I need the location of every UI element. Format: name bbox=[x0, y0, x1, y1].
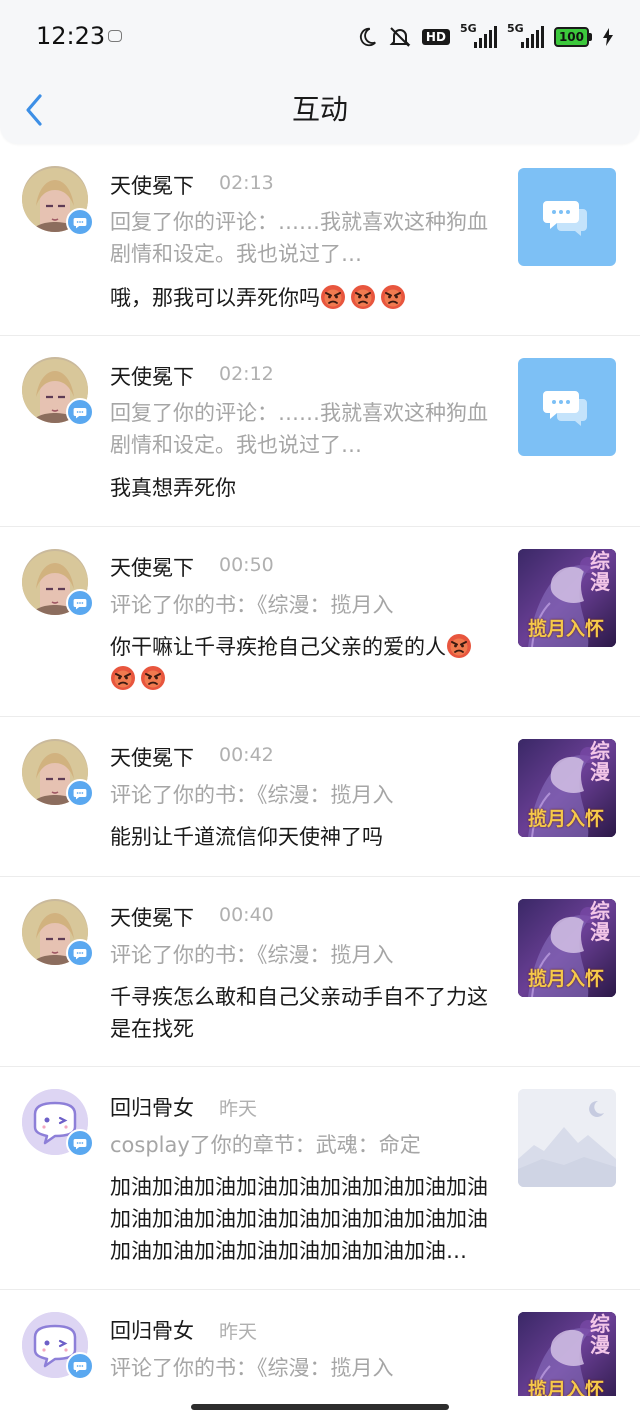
battery-level: 100 bbox=[553, 27, 589, 47]
angry-emoji-icon bbox=[320, 284, 346, 310]
timestamp: 00:42 bbox=[219, 744, 274, 766]
comment-badge-icon bbox=[66, 779, 94, 807]
comment-thumbnail[interactable] bbox=[518, 168, 616, 266]
comment-badge-icon bbox=[66, 1129, 94, 1157]
comment-text: 能别让千道流信仰天使神了吗 bbox=[110, 825, 383, 849]
mountain-placeholder-icon bbox=[518, 1089, 616, 1187]
bell-muted-icon bbox=[389, 27, 411, 47]
comment-text: 你干嘛让千寻疾抢自己父亲的爱的人 bbox=[110, 631, 488, 695]
action-text: 评论了你的书：《综漫：揽月入 bbox=[110, 783, 394, 807]
action-text: cosplay了你的章节：武魂：命定 bbox=[110, 1133, 421, 1157]
comment-body: 哦，那我可以弄死你吗 bbox=[110, 286, 320, 310]
comment-text: 哦，那我可以弄死你吗 bbox=[110, 282, 488, 314]
book-title: 揽月入怀 bbox=[528, 968, 605, 990]
action-text: 评论了你的书：《综漫：揽月入 bbox=[110, 943, 394, 967]
signal-icon: 5G bbox=[460, 22, 497, 48]
page-title: 互动 bbox=[291, 93, 348, 126]
action-text: 回复了你的评论：……我就喜欢这种狗血剧情和设定。我也说过了… bbox=[110, 401, 488, 457]
timestamp: 02:12 bbox=[219, 363, 274, 385]
action-text: 评论了你的书：《综漫：揽月入 bbox=[110, 1356, 394, 1380]
list-item[interactable]: 天使冕下 00:50 评论了你的书：《综漫：揽月入 你干嘛让千寻疾抢自己父亲的爱… bbox=[0, 527, 640, 717]
book-cover-thumbnail[interactable]: 综漫 揽月入怀 bbox=[518, 1312, 616, 1396]
comment-text: 加油加油加油加油加油加油加油加油加油加油加油加油加油加油加油加油加油加油加油加油… bbox=[110, 1175, 488, 1263]
home-indicator[interactable] bbox=[191, 1404, 449, 1410]
book-tag: 综漫 bbox=[590, 739, 610, 784]
user-name[interactable]: 回归骨女 bbox=[110, 1092, 194, 1122]
status-time: 12:23 bbox=[36, 22, 106, 50]
book-tag: 综漫 bbox=[590, 1312, 610, 1357]
angry-emoji-icon bbox=[350, 284, 376, 310]
book-cover-thumbnail[interactable]: 综漫 揽月入怀 bbox=[518, 739, 616, 837]
chapter-thumbnail[interactable] bbox=[518, 1089, 616, 1187]
moon-icon bbox=[359, 27, 376, 47]
comment-badge-icon bbox=[66, 398, 94, 426]
angry-emoji-icon bbox=[380, 284, 406, 310]
list-item[interactable]: 天使冕下 02:13 回复了你的评论：……我就喜欢这种狗血剧情和设定。我也说过了… bbox=[0, 144, 640, 336]
charging-icon bbox=[603, 28, 613, 46]
action-text: 评论了你的书：《综漫：揽月入 bbox=[110, 593, 394, 617]
network-label: 5G bbox=[459, 22, 477, 35]
comment-badge-icon bbox=[66, 939, 94, 967]
timestamp: 昨天 bbox=[219, 1321, 258, 1343]
comment-body: 你干嘛让千寻疾抢自己父亲的爱的人 bbox=[110, 635, 446, 659]
user-name[interactable]: 天使冕下 bbox=[110, 742, 194, 772]
status-icons: HD 5G 5G 100 bbox=[356, 22, 614, 52]
list-item[interactable]: 天使冕下 00:40 评论了你的书：《综漫：揽月入 千寻疾怎么敢和自己父亲动手自… bbox=[0, 877, 640, 1067]
comment-badge-icon bbox=[66, 589, 94, 617]
user-name[interactable]: 天使冕下 bbox=[110, 552, 194, 582]
comment-thumbnail[interactable] bbox=[518, 358, 616, 456]
book-tag: 综漫 bbox=[590, 549, 610, 594]
chat-bubble-icon bbox=[543, 387, 591, 427]
signal-icon-2: 5G bbox=[507, 22, 544, 48]
list-item[interactable]: 回归骨女 昨天 cosplay了你的章节：武魂：命定 加油加油加油加油加油加油加… bbox=[0, 1067, 640, 1290]
angry-emoji-icon bbox=[446, 633, 472, 659]
battery-icon: 100 bbox=[553, 27, 592, 47]
book-title: 揽月入怀 bbox=[528, 1379, 605, 1396]
angry-emoji-icon bbox=[110, 665, 136, 691]
book-cover-thumbnail[interactable]: 综漫 揽月入怀 bbox=[518, 549, 616, 647]
list-item[interactable]: 回归骨女 昨天 评论了你的书：《综漫：揽月入 综漫 揽月入怀 bbox=[0, 1290, 640, 1400]
network-label-2: 5G bbox=[506, 22, 524, 35]
user-name[interactable]: 天使冕下 bbox=[110, 170, 194, 200]
list-item[interactable]: 天使冕下 00:42 评论了你的书：《综漫：揽月入 能别让千道流信仰天使神了吗 … bbox=[0, 717, 640, 877]
book-tag: 综漫 bbox=[590, 899, 610, 944]
timestamp: 02:13 bbox=[219, 172, 274, 194]
user-name[interactable]: 天使冕下 bbox=[110, 361, 194, 391]
book-title: 揽月入怀 bbox=[528, 618, 605, 640]
timestamp: 00:50 bbox=[219, 554, 274, 576]
user-name[interactable]: 天使冕下 bbox=[110, 902, 194, 932]
timestamp: 00:40 bbox=[219, 904, 274, 926]
app-notification-icon bbox=[108, 30, 122, 42]
comment-text: 我真想弄死你 bbox=[110, 476, 236, 500]
angry-emoji-icon bbox=[140, 665, 166, 691]
top-header: 12:23 HD 5G 5G 100 互动 bbox=[0, 0, 640, 144]
chat-bubble-icon bbox=[543, 197, 591, 237]
list-item[interactable]: 天使冕下 02:12 回复了你的评论：……我就喜欢这种狗血剧情和设定。我也说过了… bbox=[0, 336, 640, 527]
comment-badge-icon bbox=[66, 1352, 94, 1380]
comment-badge-icon bbox=[66, 208, 94, 236]
comment-text: 千寻疾怎么敢和自己父亲动手自不了力这是在找死 bbox=[110, 985, 488, 1041]
hd-icon: HD bbox=[421, 29, 450, 45]
timestamp: 昨天 bbox=[219, 1098, 258, 1120]
book-cover-thumbnail[interactable]: 综漫 揽月入怀 bbox=[518, 899, 616, 997]
user-name[interactable]: 回归骨女 bbox=[110, 1315, 194, 1345]
action-text: 回复了你的评论：……我就喜欢这种狗血剧情和设定。我也说过了… bbox=[110, 210, 488, 266]
book-title: 揽月入怀 bbox=[528, 808, 605, 830]
